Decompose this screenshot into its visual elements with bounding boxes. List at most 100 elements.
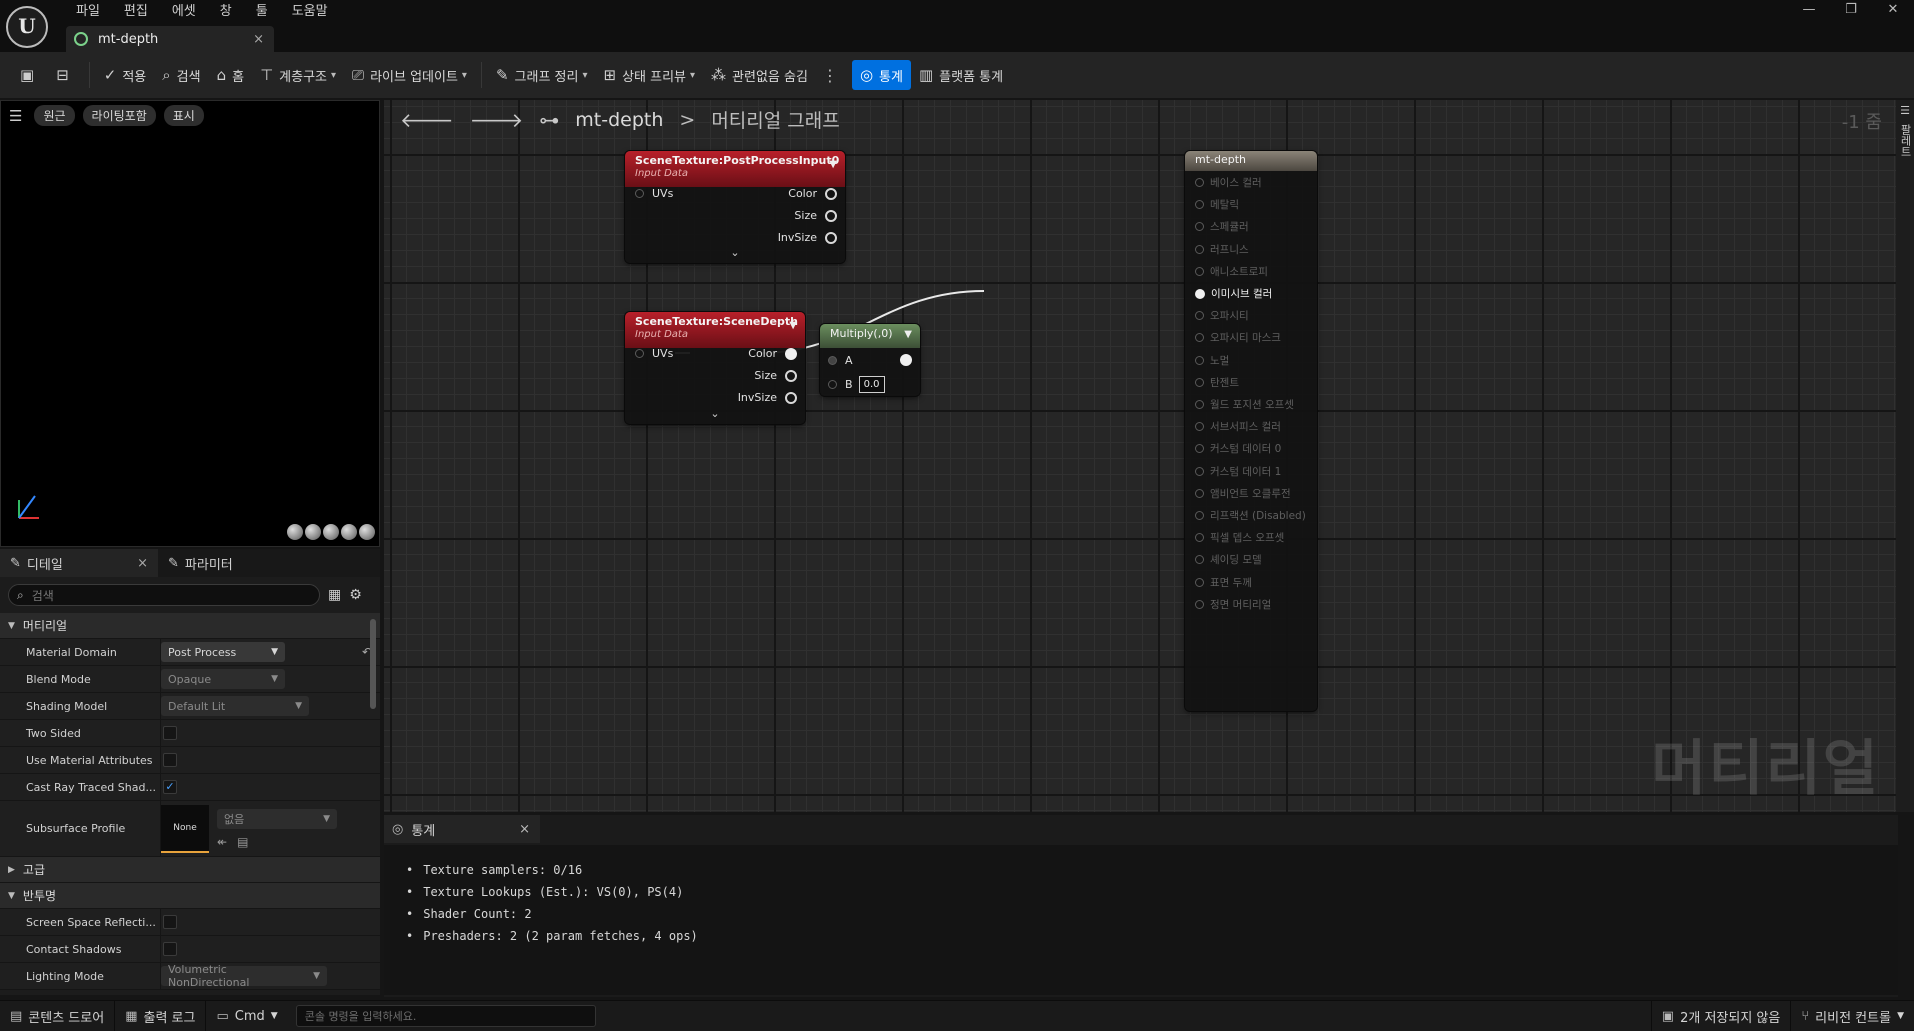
material-input-pin[interactable]: 커스텀 데이터 0 [1195, 441, 1281, 456]
input-pin-b[interactable]: B 0.0 [828, 376, 885, 393]
scene-texture-postprocess-node[interactable]: SceneTexture:PostProcessInput0 Input Dat… [625, 151, 845, 263]
cylinder-preview-icon[interactable] [287, 524, 303, 540]
multiply-node[interactable]: Multiply(,0) ▼ A B 0.0 [820, 324, 920, 396]
material-input-pin[interactable]: 오파시티 [1195, 308, 1249, 323]
gear-icon[interactable]: ⚙ [349, 587, 362, 603]
material-input-pin[interactable]: 월드 포지션 오프셋 [1195, 397, 1294, 412]
menu-file[interactable]: 파일 [64, 2, 112, 22]
material-input-pin[interactable]: 애니소트로피 [1195, 264, 1268, 279]
minimize-button[interactable]: — [1788, 0, 1830, 20]
browse-button[interactable]: ⊟ [48, 60, 83, 90]
chevron-down-icon[interactable]: ▼ [904, 329, 912, 340]
details-scrollbar[interactable] [370, 619, 376, 709]
expand-node-icon[interactable]: ⌄ [625, 407, 805, 420]
contact-shadows-checkbox[interactable] [163, 942, 177, 956]
close-icon[interactable]: × [519, 822, 530, 837]
breadcrumb-root[interactable]: mt-depth [575, 109, 663, 131]
menu-help[interactable]: 도움말 [280, 2, 340, 22]
section-translucency[interactable]: ▼ 반투명 [0, 883, 380, 909]
menu-tools[interactable]: 툴 [244, 2, 280, 22]
material-input-pin[interactable]: 러프니스 [1195, 242, 1249, 257]
document-tab[interactable]: mt-depth × [66, 26, 274, 52]
blend-mode-dropdown[interactable]: Opaque ▼ [161, 669, 285, 689]
two-sided-checkbox[interactable] [163, 726, 177, 740]
material-graph-canvas[interactable]: 🡐 🡒 ⊶ mt-depth > 머티리얼 그래프 -1 줌 머티리얼 Scen… [384, 100, 1898, 812]
section-advanced[interactable]: ▶ 고급 [0, 857, 380, 883]
subsurface-profile-dropdown[interactable]: 없음 ▼ [217, 808, 337, 829]
tab-stats[interactable]: ◎ 통계 × [384, 815, 540, 843]
output-pin-color[interactable]: Color [788, 187, 837, 200]
input-pin-uvs[interactable]: UVs [635, 347, 673, 360]
material-input-pin[interactable]: 이미시브 컬러 [1195, 286, 1272, 301]
preview-state-dropdown[interactable]: ⊞ 상태 프리뷰 ▾ [596, 60, 704, 90]
lighting-mode-dropdown[interactable]: Volumetric NonDirectional ▼ [161, 963, 327, 989]
material-input-pin[interactable]: 앰비언트 오클루전 [1195, 486, 1291, 501]
material-input-pin[interactable]: 커스텀 데이터 1 [1195, 464, 1281, 479]
output-pin[interactable] [900, 354, 912, 366]
tab-details[interactable]: ✎ 디테일 × [0, 549, 158, 577]
stats-button[interactable]: ◎ 통계 [851, 60, 911, 90]
material-domain-dropdown[interactable]: Post Process ▼ [161, 642, 285, 662]
close-icon[interactable]: × [137, 556, 148, 571]
palette-side-tab[interactable]: ☰ 팔레트 [1896, 100, 1914, 812]
details-search-input[interactable]: ⌕ 검색 [8, 584, 320, 606]
material-input-pin[interactable]: 픽셀 뎁스 오프셋 [1195, 530, 1284, 545]
menu-edit[interactable]: 편집 [112, 2, 160, 22]
cmd-dropdown[interactable]: ▭ Cmd ▼ [206, 1001, 287, 1031]
output-pin-size[interactable]: Size [754, 369, 797, 382]
menu-asset[interactable]: 에셋 [160, 2, 208, 22]
material-input-pin[interactable]: 노멀 [1195, 353, 1229, 368]
b-value-input[interactable]: 0.0 [858, 376, 885, 393]
hamburger-menu-icon[interactable]: ☰ [9, 107, 22, 125]
unreal-logo[interactable]: U [6, 6, 48, 48]
use-selected-asset-icon[interactable]: ↞ [217, 835, 227, 849]
more-options-icon[interactable]: ⋮ [816, 66, 844, 85]
output-pin-invsize[interactable]: InvSize [738, 391, 797, 404]
forward-arrow-icon[interactable]: 🡒 [470, 108, 524, 132]
apply-button[interactable]: ✓ 적용 [96, 60, 155, 90]
sphere-preview-icon[interactable] [305, 524, 321, 540]
input-pin-uvs[interactable]: UVs [635, 187, 673, 200]
cast-ray-traced-shadows-checkbox[interactable]: ✓ [163, 780, 177, 794]
preview-viewport[interactable]: ☰ 원근 라이팅포함 표시 [0, 100, 380, 547]
material-input-pin[interactable]: 셰이딩 모델 [1195, 552, 1262, 567]
perspective-button[interactable]: 원근 [34, 105, 75, 126]
cube-preview-icon[interactable] [341, 524, 357, 540]
section-material[interactable]: ▼ 머티리얼 [0, 613, 380, 639]
revision-control-button[interactable]: ⑂ 리비전 컨트롤 ▼ [1791, 1001, 1914, 1031]
close-tab-icon[interactable]: × [253, 32, 264, 47]
search-button[interactable]: ⌕ 검색 [154, 60, 208, 90]
home-button[interactable]: ⌂ 홈 [209, 60, 253, 90]
hierarchy-dropdown[interactable]: ⊤ 계층구조 ▾ [252, 60, 344, 90]
material-input-pin[interactable]: 오파시티 마스크 [1195, 330, 1281, 345]
scene-texture-depth-node[interactable]: SceneTexture:SceneDepth Input Data ▼ UVs… [625, 312, 805, 424]
material-input-pin[interactable]: 베이스 컬러 [1195, 175, 1262, 190]
tab-parameters[interactable]: ✎ 파라미터 [158, 549, 243, 577]
table-view-icon[interactable]: ▦ [328, 587, 341, 603]
material-input-pin[interactable]: 스페큘러 [1195, 219, 1249, 234]
console-input[interactable]: 콘솔 명령을 입력하세요. [295, 1005, 596, 1027]
output-pin-color[interactable]: Color [748, 347, 797, 360]
browse-asset-icon[interactable]: ▤ [237, 835, 248, 849]
use-material-attributes-checkbox[interactable] [163, 753, 177, 767]
live-update-dropdown[interactable]: ⎚ 라이브 업데이트 ▾ [344, 60, 475, 90]
back-arrow-icon[interactable]: 🡐 [400, 108, 454, 132]
material-input-pin[interactable]: 서브서피스 컬러 [1195, 419, 1281, 434]
subsurface-profile-thumbnail[interactable]: None [161, 804, 209, 853]
save-button[interactable]: ▣ [12, 60, 48, 90]
chevron-down-icon[interactable]: ▼ [789, 320, 797, 331]
output-pin-invsize[interactable]: InvSize [778, 231, 837, 244]
material-result-node[interactable]: mt-depth 베이스 컬러 메탈릭 스페큘러 러프니스 애니소트로피 이미시브 컬러 오… [1185, 151, 1317, 711]
unsaved-button[interactable]: ▣ 2개 저장되지 않음 [1650, 1000, 1792, 1031]
show-button[interactable]: 표시 [163, 105, 204, 126]
material-input-pin[interactable]: 리프랙션 (Disabled) [1195, 508, 1306, 523]
shading-model-dropdown[interactable]: Default Lit ▼ [161, 696, 309, 716]
menu-window[interactable]: 창 [208, 2, 244, 22]
lit-mode-button[interactable]: 라이팅포함 [82, 105, 156, 126]
close-window-button[interactable]: ✕ [1872, 0, 1914, 20]
maximize-button[interactable]: ❐ [1830, 0, 1872, 20]
material-input-pin[interactable]: 표면 두께 [1195, 575, 1252, 590]
chevron-down-icon[interactable]: ▼ [829, 159, 837, 170]
screen-space-reflections-checkbox[interactable] [163, 915, 177, 929]
output-log-button[interactable]: ▦ 출력 로그 [115, 1000, 207, 1031]
